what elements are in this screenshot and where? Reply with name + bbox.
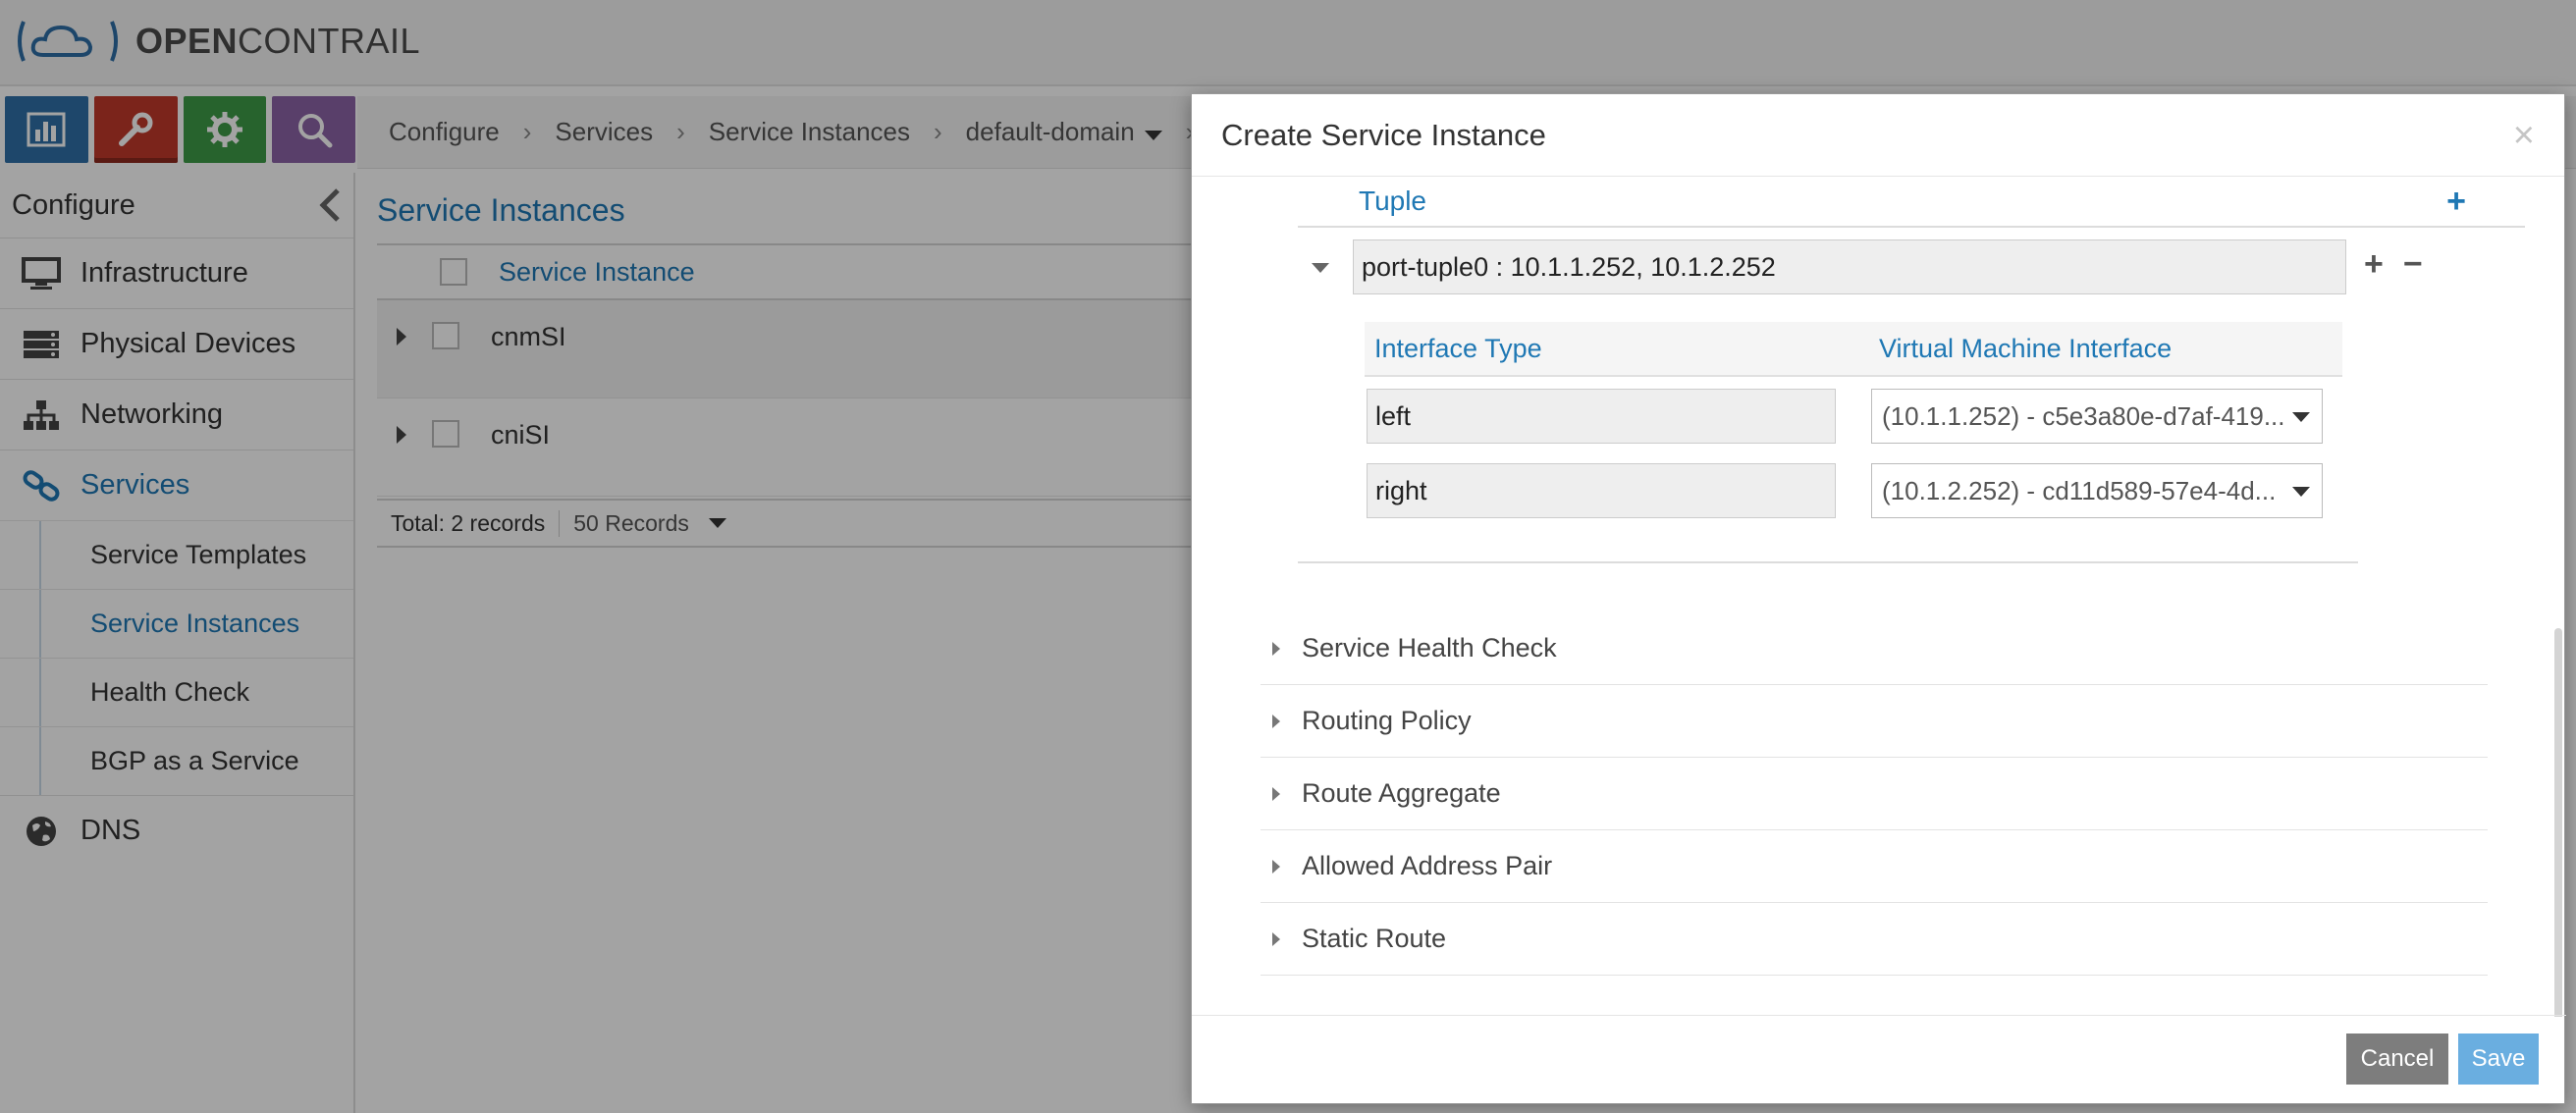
remove-row-icon[interactable]: − — [2403, 247, 2423, 281]
modal-body: Tuple + port-tuple0 : 10.1.1.252, 10.1.2… — [1192, 177, 2566, 1017]
column-header-interface-type: Interface Type — [1374, 333, 1542, 363]
collapse-tuple-icon[interactable] — [1312, 263, 1329, 273]
interface-table-header: Interface Type Virtual Machine Interface — [1365, 322, 2342, 377]
section-label: Allowed Address Pair — [1302, 851, 1553, 880]
caret-right-icon — [1272, 931, 1280, 946]
vmi-select[interactable]: (10.1.1.252) - c5e3a80e-d7af-419... — [1871, 389, 2323, 444]
vmi-select-value: (10.1.1.252) - c5e3a80e-d7af-419... — [1882, 400, 2285, 431]
modal-footer: Cancel Save — [1192, 1015, 2566, 1103]
section-allowed-address-pair[interactable]: Allowed Address Pair — [1261, 830, 2488, 903]
caret-right-icon — [1272, 641, 1280, 656]
modal-scrollbar[interactable] — [2554, 628, 2562, 1017]
interface-table: Interface Type Virtual Machine Interface… — [1365, 322, 2342, 526]
interface-row: left (10.1.1.252) - c5e3a80e-d7af-419... — [1365, 377, 2342, 451]
tuple-section: Tuple + port-tuple0 : 10.1.1.252, 10.1.2… — [1298, 177, 2525, 563]
section-route-aggregate[interactable]: Route Aggregate — [1261, 758, 2488, 830]
section-routing-policy[interactable]: Routing Policy — [1261, 685, 2488, 758]
section-label: Service Health Check — [1302, 633, 1557, 662]
interface-row: right (10.1.2.252) - cd11d589-57e4-4d... — [1365, 451, 2342, 526]
create-service-instance-modal: Create Service Instance × Tuple + port-t… — [1191, 93, 2566, 1104]
tuple-header: Tuple + — [1298, 177, 2525, 228]
interface-type-field[interactable]: right — [1367, 463, 1836, 518]
section-static-route[interactable]: Static Route — [1261, 903, 2488, 976]
column-header-virtual-machine-interface: Virtual Machine Interface — [1879, 333, 2173, 363]
caret-down-icon — [2292, 412, 2310, 422]
cancel-button[interactable]: Cancel — [2346, 1034, 2448, 1085]
tuple-divider — [1298, 561, 2358, 563]
vmi-select-value: (10.1.2.252) - cd11d589-57e4-4d... — [1882, 475, 2277, 505]
modal-header: Create Service Instance × — [1192, 94, 2564, 177]
section-service-health-check[interactable]: Service Health Check — [1261, 612, 2488, 685]
port-tuple-field[interactable]: port-tuple0 : 10.1.1.252, 10.1.2.252 — [1353, 239, 2346, 294]
add-row-icon[interactable]: + — [2364, 247, 2384, 281]
tuple-row-actions: + − — [2364, 247, 2423, 281]
add-tuple-icon[interactable]: + — [2446, 185, 2466, 218]
section-label: Routing Policy — [1302, 706, 1472, 735]
caret-right-icon — [1272, 714, 1280, 728]
modal-title: Create Service Instance — [1221, 117, 1546, 152]
section-label: Static Route — [1302, 924, 1447, 953]
tuple-row: port-tuple0 : 10.1.1.252, 10.1.2.252 + − — [1298, 239, 2525, 296]
vmi-select[interactable]: (10.1.2.252) - cd11d589-57e4-4d... — [1871, 463, 2323, 518]
tuple-header-label: Tuple — [1359, 186, 1427, 216]
section-label: Route Aggregate — [1302, 778, 1501, 808]
interface-type-field[interactable]: left — [1367, 389, 1836, 444]
caret-right-icon — [1272, 859, 1280, 874]
close-icon[interactable]: × — [2513, 117, 2535, 154]
collapsible-sections: Service Health Check Routing Policy Rout… — [1261, 612, 2488, 976]
caret-down-icon — [2292, 487, 2310, 497]
save-button[interactable]: Save — [2458, 1034, 2539, 1085]
caret-right-icon — [1272, 786, 1280, 801]
